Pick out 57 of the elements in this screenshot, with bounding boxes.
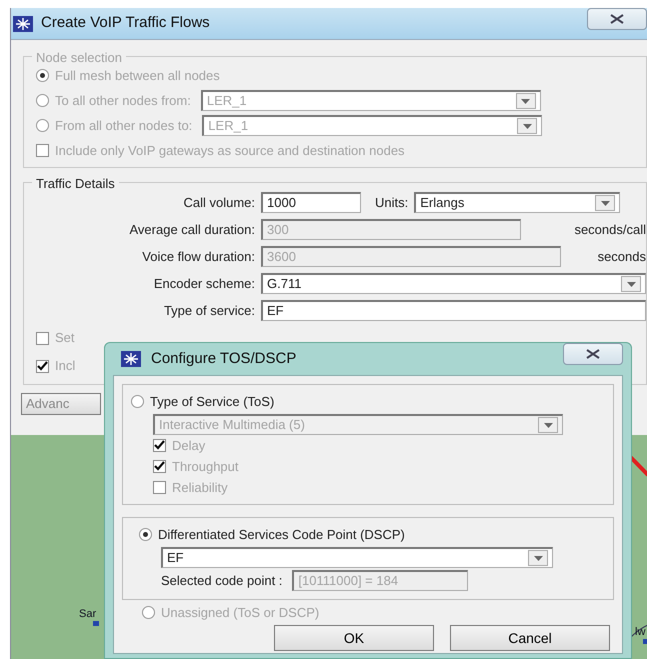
radio-label: Full mesh between all nodes: [55, 66, 220, 85]
radio-label: From all other nodes to:: [55, 116, 192, 135]
field-label: Units:: [375, 194, 408, 212]
dropdown-arrow-icon: [600, 200, 610, 206]
window-title: Configure TOS/DSCP: [151, 348, 296, 369]
field-label: Average call duration:: [128, 220, 255, 239]
dropdown-arrow-icon: [544, 422, 552, 428]
dropdown[interactable]: EF: [161, 547, 553, 568]
unit-label: seconds: [598, 248, 646, 266]
radio-button[interactable]: [139, 528, 152, 541]
field-label: Selected code point :: [161, 572, 282, 590]
close-button[interactable]: [563, 343, 623, 365]
checkbox[interactable]: [36, 360, 49, 372]
dropdown[interactable]: Interactive Multimedia (5): [153, 414, 563, 435]
node-label: lw: [635, 626, 646, 638]
radio-button[interactable]: [131, 395, 144, 408]
ok-button[interactable]: OK: [274, 625, 434, 651]
field-label: Type of service:: [162, 302, 255, 320]
unit-label: seconds/call: [574, 220, 646, 239]
checkbox[interactable]: [153, 439, 166, 452]
checkbox-label: Include only VoIP gateways as source and destination nodes: [55, 142, 405, 160]
checkbox-label[interactable]: Delay: [172, 436, 206, 456]
dropdown-arrow-icon: [522, 124, 532, 128]
app-icon: [121, 351, 141, 367]
checkbox[interactable]: [153, 481, 166, 494]
field-label: Voice flow duration:: [141, 248, 255, 266]
cancel-button[interactable]: Cancel: [450, 625, 610, 651]
field-label: Encoder scheme:: [152, 274, 255, 293]
input-field[interactable]: [10111000] = 184: [292, 570, 468, 591]
close-icon: [586, 349, 600, 359]
checkbox[interactable]: [36, 332, 49, 344]
checkbox-label[interactable]: Reliability: [172, 478, 228, 498]
field-label: Call volume:: [182, 194, 255, 212]
radio-button[interactable]: [142, 606, 155, 619]
input-field[interactable]: EF: [261, 300, 646, 321]
close-icon: [610, 14, 624, 24]
dropdown[interactable]: Erlangs: [414, 192, 620, 213]
input-field[interactable]: 1000: [261, 192, 361, 213]
dropdown-arrow-icon: [534, 556, 542, 560]
radio-label[interactable]: Type of Service (ToS): [150, 392, 274, 412]
checkbox-label: Set: [55, 329, 75, 348]
checkbox[interactable]: [153, 460, 166, 473]
checkbox-label[interactable]: Throughput: [172, 456, 238, 476]
checkbox-label: Incl: [55, 357, 76, 376]
dropdown-arrow-icon: [521, 98, 530, 104]
radio-label: To all other nodes from:: [55, 92, 191, 110]
advanced-button[interactable]: Advanc: [21, 393, 101, 415]
node-label: Sar: [79, 608, 96, 620]
node-icon[interactable]: [93, 621, 99, 626]
radio-label[interactable]: Differentiated Services Code Point (DSCP): [158, 524, 405, 544]
node-icon[interactable]: [643, 639, 647, 644]
app-icon: [13, 16, 33, 32]
window-title: Create VoIP Traffic Flows: [41, 13, 210, 34]
radio-label[interactable]: Unassigned (ToS or DSCP): [161, 602, 320, 622]
dropdown-arrow-icon: [626, 282, 636, 286]
dropdown[interactable]: G.711: [261, 273, 646, 294]
close-button[interactable]: [587, 8, 647, 30]
